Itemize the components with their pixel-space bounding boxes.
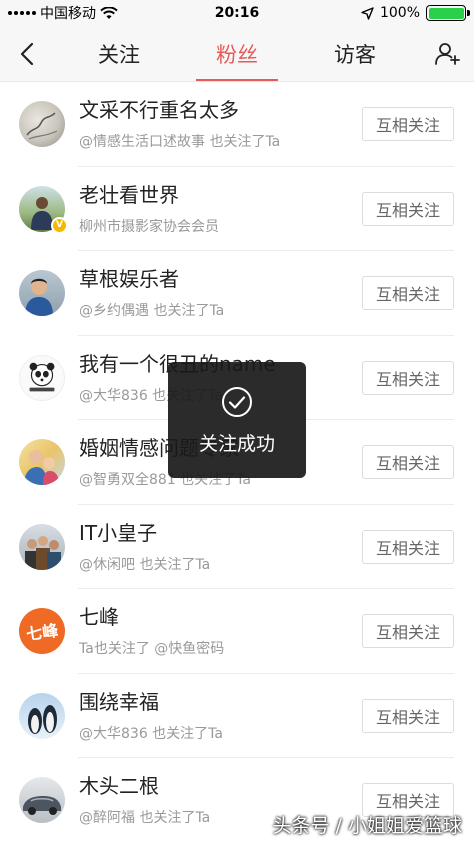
follow-back-button[interactable]: 互相关注 [362, 191, 454, 226]
success-toast: 关注成功 [168, 362, 306, 478]
penguins-image [28, 704, 57, 734]
tab-following[interactable]: 关注 [78, 26, 160, 81]
list-item[interactable]: V 老壮看世界 柳州市摄影家协会会员 互相关注 [0, 167, 474, 252]
list-item[interactable]: 文采不行重名太多 @情感生活口述故事 也关注了Ta 互相关注 [0, 82, 474, 167]
add-user-button[interactable] [420, 26, 474, 82]
verified-badge-icon: V [51, 216, 68, 234]
avatar-image [19, 439, 65, 486]
user-info: 七峰 Ta也关注了 @快鱼密码 [79, 604, 362, 658]
avatar-image [19, 692, 65, 739]
battery-percent: 100% [379, 5, 420, 21]
watermark: 头条号 / 小姐姐爱篮球 [272, 815, 462, 837]
toast-text: 关注成功 [198, 432, 275, 455]
user-subtitle: @乡约偶遇 也关注了Ta [79, 303, 225, 320]
avatar-image [19, 101, 65, 148]
wifi-icon [100, 6, 118, 19]
kid-image [25, 279, 53, 317]
chevron-left-icon [20, 42, 34, 65]
status-bar: 中国移动 20:16 100% [0, 0, 474, 26]
avatar[interactable]: V [19, 185, 68, 234]
avatar-image [19, 777, 65, 824]
avatar[interactable] [19, 354, 65, 401]
user-info: 围绕幸福 @大华836 也关注了Ta [79, 689, 362, 743]
follow-back-button[interactable]: 互相关注 [362, 529, 454, 564]
carrier-label: 中国移动 [40, 6, 96, 22]
follow-back-button[interactable]: 互相关注 [362, 276, 454, 311]
follow-back-button[interactable]: 互相关注 [362, 360, 454, 395]
signal-icon [8, 11, 36, 15]
follow-back-button[interactable]: 互相关注 [362, 698, 454, 733]
user-name[interactable]: 围绕幸福 [79, 689, 362, 715]
avatar-image [19, 270, 65, 317]
user-name[interactable]: 七峰 [79, 604, 362, 630]
check-circle-icon [222, 386, 252, 417]
user-subtitle: @休闲吧 也关注了Ta [79, 556, 211, 573]
battery-icon [426, 5, 470, 21]
list-item[interactable]: 七峰 七峰 Ta也关注了 @快鱼密码 互相关注 [0, 589, 474, 674]
user-subtitle: Ta也关注了 @快鱼密码 [79, 641, 225, 658]
car-image [23, 796, 61, 816]
user-subtitle: @大华836 也关注了Ta [79, 725, 223, 742]
tab-visitors[interactable]: 访客 [314, 26, 396, 81]
user-subtitle: @情感生活口述故事 也关注了Ta [79, 134, 281, 151]
follow-back-button[interactable]: 互相关注 [362, 614, 454, 649]
top-nav: 关注 粉丝 访客 [0, 26, 474, 82]
status-left: 中国移动 [8, 3, 118, 23]
avatar[interactable] [19, 439, 65, 486]
avatar-image: 七峰 [19, 608, 65, 655]
list-item[interactable]: 草根娱乐者 @乡约偶遇 也关注了Ta 互相关注 [0, 251, 474, 336]
group-image [25, 535, 61, 570]
user-name[interactable]: 老壮看世界 [79, 182, 362, 208]
status-right: 100% [361, 5, 470, 21]
avatar[interactable] [19, 523, 65, 570]
avatar[interactable]: 七峰 [19, 608, 65, 655]
user-info: 草根娱乐者 @乡约偶遇 也关注了Ta [79, 266, 362, 320]
user-info: IT小皇子 @休闲吧 也关注了Ta [79, 520, 362, 574]
sketch-image [26, 112, 58, 140]
panda-image [29, 362, 55, 392]
avatar-image [19, 354, 65, 401]
family-image [23, 450, 59, 486]
back-button[interactable] [0, 26, 54, 82]
avatar[interactable] [19, 692, 65, 739]
user-info: 老壮看世界 柳州市摄影家协会会员 [79, 182, 362, 236]
avatar-image [19, 523, 65, 570]
user-subtitle: 柳州市摄影家协会会员 [79, 218, 219, 235]
list-item[interactable]: 围绕幸福 @大华836 也关注了Ta 互相关注 [0, 674, 474, 759]
user-name[interactable]: 木头二根 [79, 773, 362, 799]
tab-bar: 关注 粉丝 访客 [54, 26, 420, 81]
follow-back-button[interactable]: 互相关注 [362, 107, 454, 142]
user-name[interactable]: 草根娱乐者 [79, 266, 362, 292]
avatar[interactable] [19, 270, 65, 317]
avatar-logo-text: 七峰 [25, 621, 60, 645]
user-name[interactable]: 文采不行重名太多 [79, 97, 362, 123]
avatar[interactable] [19, 101, 65, 148]
list-item[interactable]: IT小皇子 @休闲吧 也关注了Ta 互相关注 [0, 505, 474, 590]
add-user-icon [435, 42, 460, 65]
follow-back-button[interactable]: 互相关注 [362, 445, 454, 480]
location-arrow-icon [361, 6, 374, 20]
user-info: 文采不行重名太多 @情感生活口述故事 也关注了Ta [79, 97, 362, 151]
tab-fans[interactable]: 粉丝 [196, 26, 278, 81]
avatar[interactable] [19, 777, 65, 824]
user-name[interactable]: IT小皇子 [79, 520, 362, 546]
battery-fill [428, 7, 464, 19]
